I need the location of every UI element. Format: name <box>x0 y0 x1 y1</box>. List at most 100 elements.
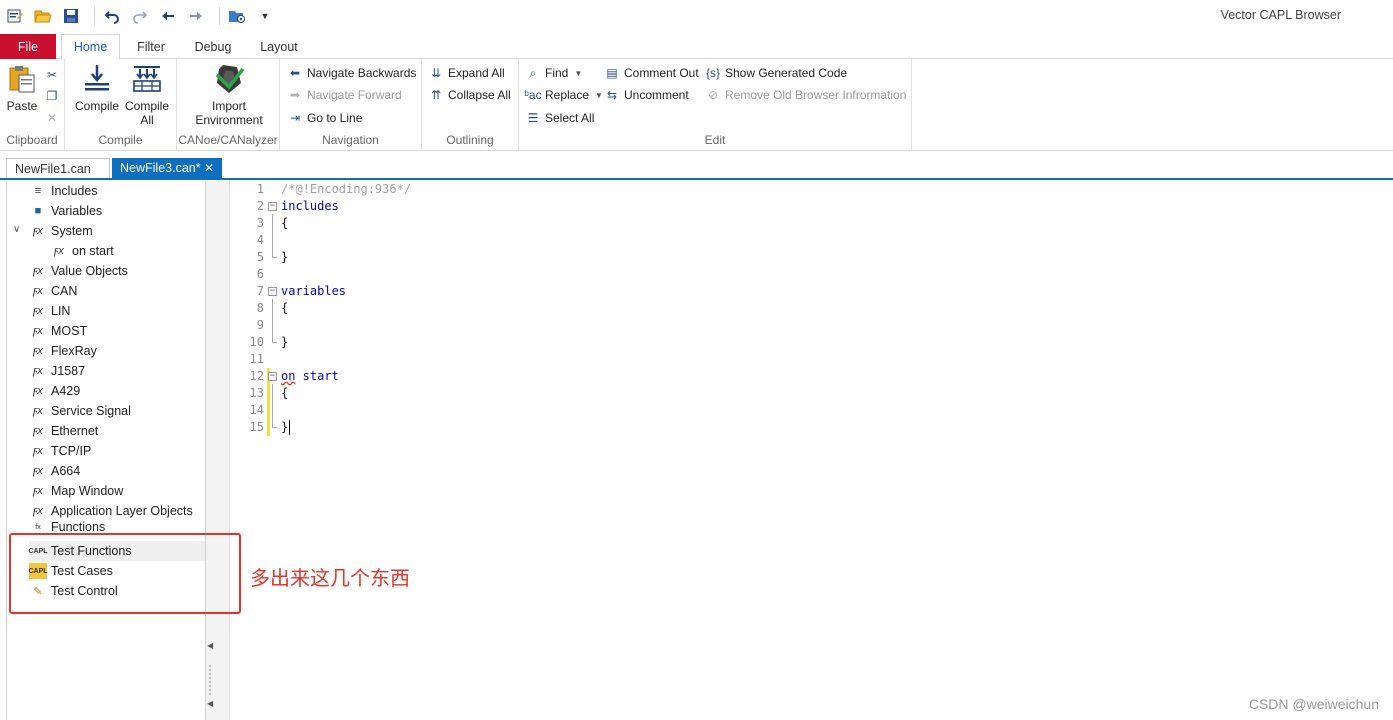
remove-old-browser-info-button[interactable]: ⊘ Remove Old Browser Infrormation <box>705 85 906 105</box>
expand-all-icon: ⇊ <box>430 66 442 80</box>
tree-item-tcp-ip[interactable]: ϝx TCP/IP <box>29 441 91 461</box>
comment-out-label: Comment Out <box>624 66 699 80</box>
splitter-grip[interactable] <box>209 665 211 695</box>
function-icon: ϝx <box>33 465 43 477</box>
show-generated-code-button[interactable]: {s} Show Generated Code <box>705 63 847 83</box>
tree-item-value-objects[interactable]: ϝx Value Objects <box>29 261 128 281</box>
folder-settings-icon[interactable] <box>226 6 248 26</box>
collapse-icon[interactable]: − <box>268 372 277 381</box>
navigation-group: ⬅ Navigate Backwards ➡ Navigate Forward ⇥ G… <box>280 59 422 151</box>
tab-debug[interactable]: Debug <box>186 34 240 59</box>
select-all-icon: ☰ <box>527 111 539 125</box>
code-text: variables <box>281 284 347 298</box>
copy-icon: ❐ <box>46 89 58 103</box>
tree-item-map-window[interactable]: ϝx Map Window <box>29 481 123 501</box>
doc-tab-newfile1[interactable]: NewFile1.can <box>6 158 110 178</box>
tree-item-can[interactable]: ϝx CAN <box>29 281 77 301</box>
code-line: 5} <box>231 249 1231 266</box>
forward-arrow-icon[interactable] <box>185 6 207 26</box>
dropdown-icon[interactable]: ▼ <box>254 6 276 26</box>
delete-button[interactable]: ✕ <box>44 108 64 128</box>
open-folder-icon[interactable] <box>32 6 54 26</box>
tree-item-a429[interactable]: ϝx A429 <box>29 381 80 401</box>
replace-label: Replace <box>545 88 590 102</box>
collapse-left-icon[interactable]: ◀ <box>207 699 213 708</box>
import-environment-button[interactable]: Import Environment <box>191 63 267 127</box>
tab-file[interactable]: File <box>0 34 56 59</box>
compile-button[interactable]: Compile <box>73 63 121 113</box>
close-icon[interactable]: ✕ <box>204 161 214 175</box>
save-icon[interactable] <box>60 6 82 26</box>
cut-button[interactable]: ✂ <box>44 65 64 85</box>
uncomment-label: Uncomment <box>624 88 689 102</box>
uncomment-button[interactable]: ⇆ Uncomment <box>604 85 689 105</box>
ribbon-tab-bar: File Home Filter Debug Layout <box>0 34 1393 60</box>
delete-icon: ✕ <box>46 111 58 125</box>
tree-item-ethernet[interactable]: ϝx Ethernet <box>29 421 98 441</box>
compile-all-button[interactable]: Compile All <box>123 63 171 127</box>
expand-all-button[interactable]: ⇊ Expand All <box>428 63 505 83</box>
tree-item-includes[interactable]: ≡ Includes <box>29 181 98 201</box>
replace-button[interactable]: ᵇac Replace ▼ <box>524 85 603 105</box>
find-button[interactable]: ⌕ Find ▼ <box>525 63 583 83</box>
function-icon: ϝx <box>33 285 43 297</box>
collapse-icon[interactable]: − <box>268 202 277 211</box>
collapse-icon[interactable]: − <box>268 287 277 296</box>
tree-item-label: Service Signal <box>51 404 131 418</box>
line-number: 10 <box>249 335 264 349</box>
undo-icon[interactable] <box>101 6 123 26</box>
tree-item-functions[interactable]: fx Functions <box>29 521 105 533</box>
panel-splitter[interactable]: ◀ ◀ <box>206 181 230 720</box>
import-environment-icon <box>215 65 245 93</box>
collapse-all-icon: ⇈ <box>430 88 442 102</box>
tree-item-service-signal[interactable]: ϝx Service Signal <box>29 401 131 421</box>
code-keyword: on <box>281 369 296 383</box>
tree-item-most[interactable]: ϝx MOST <box>29 321 87 341</box>
expand-all-label: Expand All <box>448 66 505 80</box>
comment-out-button[interactable]: ▤ Comment Out <box>604 63 699 83</box>
function-icon: ϝx <box>33 265 43 277</box>
chevron-down-icon[interactable]: ∨ <box>13 224 20 235</box>
code-editor[interactable]: 1/*@!Encoding:936*/ 2− includes 3{ 4 5} 6… <box>231 181 1393 720</box>
function-icon: ϝx <box>54 245 64 257</box>
remove-old-browser-info-label: Remove Old Browser Infrormation <box>725 88 907 102</box>
collapse-left-icon[interactable]: ◀ <box>207 641 213 650</box>
navigate-forward-button[interactable]: ➡ Navigate Forward <box>287 85 402 105</box>
tab-layout[interactable]: Layout <box>252 34 306 59</box>
tree-item-label: LIN <box>51 304 71 318</box>
go-to-line-button[interactable]: ⇥ Go to Line <box>287 108 362 128</box>
line-number: 11 <box>249 352 264 366</box>
tree-item-variables[interactable]: ■ Variables <box>29 201 103 221</box>
tree-item-lin[interactable]: ϝx LIN <box>29 301 70 321</box>
tree-item-on-start[interactable]: ϝx on start <box>50 241 114 261</box>
document-tab-bar: NewFile1.can NewFile3.can* ✕ <box>0 158 1393 180</box>
line-number: 7 <box>256 284 264 298</box>
code-line: 13 { <box>231 385 1231 402</box>
function-icon: ϝx <box>33 445 43 457</box>
tree-item-a664[interactable]: ϝx A664 <box>29 461 80 481</box>
code-text: } <box>281 250 289 264</box>
function-icon: ϝx <box>33 365 43 377</box>
annotation-box <box>9 533 241 614</box>
navigate-backwards-button[interactable]: ⬅ Navigate Backwards <box>287 63 416 83</box>
tab-filter[interactable]: Filter <box>126 34 176 59</box>
paste-button[interactable]: Paste <box>4 63 40 113</box>
fold-end <box>272 421 277 428</box>
back-arrow-icon[interactable] <box>157 6 179 26</box>
tree-item-flexray[interactable]: ϝx FlexRay <box>29 341 97 361</box>
function-icon: ϝx <box>33 305 43 317</box>
select-all-button[interactable]: ☰ Select All <box>525 108 595 128</box>
fold-end <box>272 251 277 258</box>
doc-tab-newfile3[interactable]: NewFile3.can* ✕ <box>112 158 222 178</box>
redo-icon[interactable] <box>129 6 151 26</box>
customize-icon[interactable] <box>4 6 26 26</box>
canoe-group: Import Environment CANoe/CANalyzer <box>177 59 280 151</box>
tree-item-application-layer-objects[interactable]: ϝx Application Layer Objects <box>29 501 193 521</box>
back-arrow-icon: ⬅ <box>289 66 301 80</box>
collapse-all-button[interactable]: ⇈ Collapse All <box>428 85 511 105</box>
tree-item-system[interactable]: ϝx System <box>29 221 93 241</box>
tree-item-label: on start <box>72 244 114 258</box>
tree-item-j1587[interactable]: ϝx J1587 <box>29 361 85 381</box>
tab-home[interactable]: Home <box>61 34 120 60</box>
copy-button[interactable]: ❐ <box>44 86 64 106</box>
